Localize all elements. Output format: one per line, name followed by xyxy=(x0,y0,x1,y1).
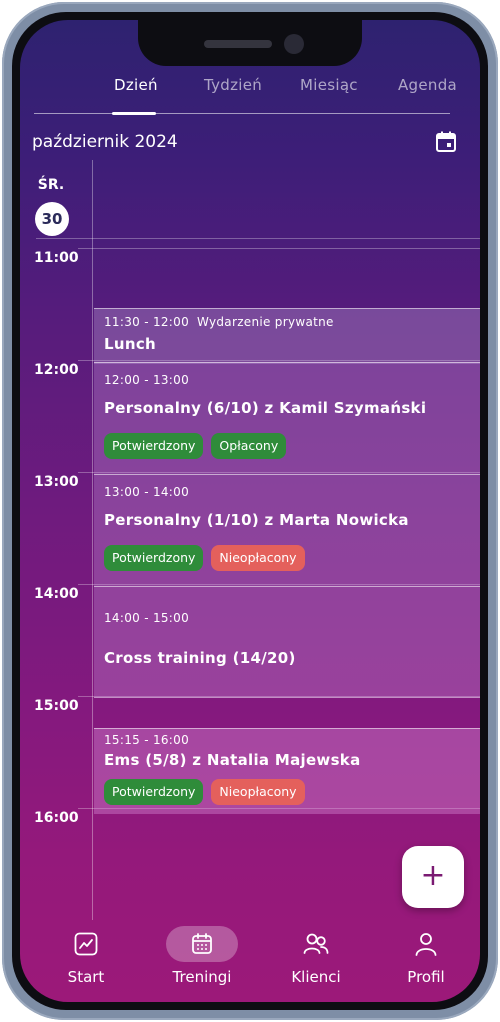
status-badge-confirmed: Potwierdzony xyxy=(104,779,204,805)
hour-label: 12:00 xyxy=(34,362,79,378)
tab-week[interactable]: Tydzień xyxy=(204,76,262,94)
status-badge-confirmed: Potwierdzony xyxy=(104,545,204,571)
event-time: 11:30 - 12:00 Wydarzenie prywatne xyxy=(104,315,334,329)
month-title: październik 2024 xyxy=(32,132,178,152)
nav-label: Klienci xyxy=(291,968,341,986)
event-title: Cross training (14/20) xyxy=(104,649,296,667)
event-cross-training[interactable]: 14:00 - 15:00 Cross training (14/20) xyxy=(94,586,480,698)
hour-line xyxy=(78,248,480,249)
phone-bezel: Dzień Tydzień Miesiąc Agenda październik… xyxy=(12,12,488,1010)
event-time: 14:00 - 15:00 xyxy=(104,611,190,625)
tab-month[interactable]: Miesiąc xyxy=(300,76,358,94)
allday-separator xyxy=(36,238,480,239)
event-personal-kamil[interactable]: 12:00 - 13:00 Personalny (6/10) z Kamil … xyxy=(94,362,480,474)
camera xyxy=(284,34,304,54)
chart-icon xyxy=(50,926,122,962)
nav-label: Profil xyxy=(407,968,445,986)
status-badge-unpaid: Nieopłacony xyxy=(211,545,305,571)
month-header: październik 2024 xyxy=(32,130,458,158)
hour-label: 13:00 xyxy=(34,474,79,490)
hour-label: 14:00 xyxy=(34,586,79,602)
hour-label: 11:00 xyxy=(34,250,79,266)
event-ems-natalia[interactable]: 15:15 - 16:00 Ems (5/8) z Natalia Majews… xyxy=(94,728,480,814)
hour-label: 16:00 xyxy=(34,810,79,826)
event-title: Lunch xyxy=(104,335,156,353)
nav-item-trainings[interactable]: Treningi xyxy=(156,926,248,986)
add-event-button[interactable]: + xyxy=(402,846,464,908)
view-tabs: Dzień Tydzień Miesiąc Agenda xyxy=(34,72,457,115)
tab-agenda[interactable]: Agenda xyxy=(398,76,457,94)
app-screen: Dzień Tydzień Miesiąc Agenda październik… xyxy=(20,20,480,1002)
speaker xyxy=(204,40,272,48)
user-icon xyxy=(390,926,462,962)
bottom-navigation: Start Treningi Klienci Profil xyxy=(20,918,480,1002)
event-time: 13:00 - 14:00 xyxy=(104,485,190,499)
active-tab-indicator xyxy=(112,112,156,115)
nav-item-start[interactable]: Start xyxy=(40,926,132,986)
nav-label: Treningi xyxy=(172,968,232,986)
event-time: 15:15 - 16:00 xyxy=(104,733,190,747)
hour-label: 15:00 xyxy=(34,698,79,714)
day-timeline: 11:00 12:00 13:00 14:00 15:00 16:00 11:3… xyxy=(20,160,480,920)
calendar-icon[interactable] xyxy=(434,130,458,154)
phone-notch xyxy=(138,20,362,66)
status-badge-paid: Opłacony xyxy=(211,433,287,459)
nav-item-clients[interactable]: Klienci xyxy=(270,926,362,986)
status-badge-confirmed: Potwierdzony xyxy=(104,433,204,459)
event-time: 12:00 - 13:00 xyxy=(104,373,190,387)
calendar-icon xyxy=(166,926,238,962)
users-icon xyxy=(280,926,352,962)
phone-frame: Dzień Tydzień Miesiąc Agenda październik… xyxy=(2,2,498,1020)
nav-item-profile[interactable]: Profil xyxy=(380,926,472,986)
event-personal-marta[interactable]: 13:00 - 14:00 Personalny (1/10) z Marta … xyxy=(94,474,480,586)
nav-label: Start xyxy=(67,968,105,986)
status-badge-unpaid: Nieopłacony xyxy=(211,779,305,805)
timeline-divider xyxy=(92,160,93,920)
event-subtitle: Wydarzenie prywatne xyxy=(197,315,334,329)
event-title: Personalny (6/10) z Kamil Szymański xyxy=(104,399,427,417)
event-title: Personalny (1/10) z Marta Nowicka xyxy=(104,511,409,529)
tab-day[interactable]: Dzień xyxy=(114,76,158,94)
event-title: Ems (5/8) z Natalia Majewska xyxy=(104,751,361,769)
event-lunch[interactable]: 11:30 - 12:00 Wydarzenie prywatne Lunch xyxy=(94,308,480,364)
